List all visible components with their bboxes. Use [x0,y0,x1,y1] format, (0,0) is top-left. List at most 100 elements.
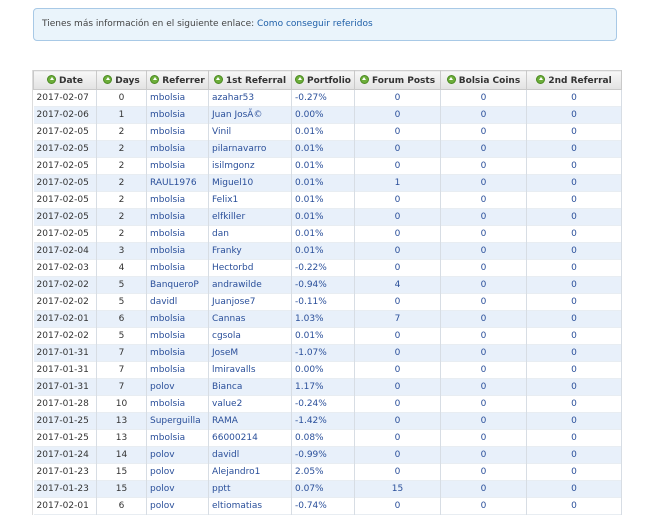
cell-first-referral[interactable]: Miguel10 [208,174,292,192]
cell-date: 2017-01-24 [33,446,97,464]
cell-portfolio: 0.00% [291,361,355,379]
cell-referrer[interactable]: BanqueroP [146,276,209,294]
cell-first-referral[interactable]: Felix1 [208,191,292,209]
cell-second-referral: 0 [526,327,622,345]
cell-referrer[interactable]: polov [146,378,209,396]
cell-portfolio: -0.11% [291,293,355,311]
cell-first-referral[interactable]: Franky [208,242,292,260]
cell-first-referral[interactable]: Alejandro1 [208,463,292,481]
cell-referrer[interactable]: mbolsia [146,140,209,158]
cell-referrer[interactable]: polov [146,480,209,498]
cell-first-referral[interactable]: azahar53 [208,89,292,107]
cell-first-referral[interactable]: Juan JosÃ© [208,106,292,124]
cell-forum-posts: 0 [354,242,441,260]
cell-first-referral[interactable]: RAMA [208,412,292,430]
cell-days: 2 [96,140,147,158]
cell-second-referral: 0 [526,174,622,192]
cell-referrer[interactable]: mbolsia [146,395,209,413]
cell-first-referral[interactable]: JoseM [208,344,292,362]
cell-first-referral[interactable]: 66000214 [208,429,292,447]
cell-first-referral[interactable]: Juanjose7 [208,293,292,311]
cell-date: 2017-02-05 [33,140,97,158]
cell-forum-posts: 0 [354,463,441,481]
cell-portfolio: 2.05% [291,463,355,481]
table-row: 2017-02-07 0 mbolsia azahar53 -0.27% 0 0 0 [33,89,622,107]
cell-portfolio: 0.01% [291,327,355,345]
cell-date: 2017-02-05 [33,225,97,243]
cell-first-referral[interactable]: value2 [208,395,292,413]
cell-first-referral[interactable]: Hectorbd [208,259,292,277]
cell-first-referral[interactable]: andrawilde [208,276,292,294]
cell-days: 2 [96,225,147,243]
column-header-second-referral[interactable]: 2nd Referral [526,70,622,90]
cell-referrer[interactable]: polov [146,497,209,515]
cell-days: 7 [96,344,147,362]
cell-referrer[interactable]: RAUL1976 [146,174,209,192]
column-header-bolsia-coins[interactable]: Bolsia Coins [440,70,527,90]
cell-date: 2017-02-02 [33,293,97,311]
cell-forum-posts: 1 [354,174,441,192]
sort-icon [103,74,113,84]
cell-referrer[interactable]: mbolsia [146,123,209,141]
cell-portfolio: 0.01% [291,174,355,192]
cell-referrer[interactable]: polov [146,463,209,481]
column-header-days[interactable]: Days [96,70,147,90]
table-row: 2017-02-05 2 mbolsia pilarnavarro 0.01% 0 0 0 [33,140,622,158]
cell-referrer[interactable]: mbolsia [146,310,209,328]
cell-referrer[interactable]: mbolsia [146,344,209,362]
table-row: 2017-01-31 7 mbolsia lmiravalls 0.00% 0 0 0 [33,361,622,379]
column-header-first-referral[interactable]: 1st Referral [208,70,292,90]
cell-first-referral[interactable]: dan [208,225,292,243]
table-row: 2017-02-03 4 mbolsia Hectorbd -0.22% 0 0 0 [33,259,622,277]
cell-forum-posts: 0 [354,446,441,464]
cell-second-referral: 0 [526,208,622,226]
table-row: 2017-01-23 15 polov pptt 0.07% 15 0 0 [33,480,622,498]
cell-referrer[interactable]: Superguilla [146,412,209,430]
cell-referrer[interactable]: mbolsia [146,225,209,243]
referral-guide-link[interactable]: Como conseguir referidos [257,19,373,29]
cell-days: 2 [96,123,147,141]
cell-forum-posts: 0 [354,412,441,430]
referrals-table: Date Days Referrer 1st Referral Portfoli… [33,70,622,515]
cell-referrer[interactable]: mbolsia [146,208,209,226]
cell-referrer[interactable]: mbolsia [146,242,209,260]
cell-date: 2017-02-02 [33,327,97,345]
cell-days: 15 [96,463,147,481]
cell-first-referral[interactable]: Cannas [208,310,292,328]
cell-first-referral[interactable]: davidl [208,446,292,464]
cell-first-referral[interactable]: pilarnavarro [208,140,292,158]
column-header-portfolio[interactable]: Portfolio [291,70,355,90]
cell-forum-posts: 0 [354,293,441,311]
cell-first-referral[interactable]: Vinil [208,123,292,141]
cell-referrer[interactable]: mbolsia [146,327,209,345]
cell-first-referral[interactable]: cgsola [208,327,292,345]
column-header-forum-posts[interactable]: Forum Posts [354,70,441,90]
cell-portfolio: -0.24% [291,395,355,413]
cell-first-referral[interactable]: eltiomatias [208,497,292,515]
cell-second-referral: 0 [526,361,622,379]
cell-referrer[interactable]: mbolsia [146,429,209,447]
cell-second-referral: 0 [526,191,622,209]
cell-referrer[interactable]: polov [146,446,209,464]
cell-second-referral: 0 [526,344,622,362]
cell-referrer[interactable]: mbolsia [146,89,209,107]
cell-days: 0 [96,89,147,107]
cell-first-referral[interactable]: isilmgonz [208,157,292,175]
cell-referrer[interactable]: mbolsia [146,361,209,379]
cell-portfolio: 0.07% [291,480,355,498]
cell-first-referral[interactable]: lmiravalls [208,361,292,379]
cell-first-referral[interactable]: elfkiller [208,208,292,226]
cell-referrer[interactable]: davidl [146,293,209,311]
cell-forum-posts: 4 [354,276,441,294]
cell-first-referral[interactable]: pptt [208,480,292,498]
cell-date: 2017-02-05 [33,191,97,209]
cell-referrer[interactable]: mbolsia [146,106,209,124]
cell-referrer[interactable]: mbolsia [146,157,209,175]
cell-referrer[interactable]: mbolsia [146,259,209,277]
cell-first-referral[interactable]: Bianca [208,378,292,396]
column-header-referrer[interactable]: Referrer [146,70,209,90]
cell-second-referral: 0 [526,106,622,124]
cell-referrer[interactable]: mbolsia [146,191,209,209]
column-header-date[interactable]: Date [33,70,97,90]
cell-bolsia-coins: 0 [440,429,527,447]
